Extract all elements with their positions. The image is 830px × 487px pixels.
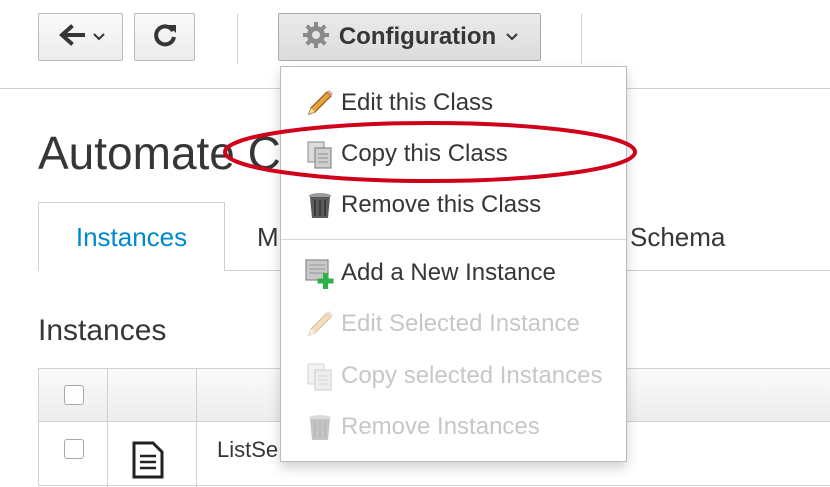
section-title: Instances <box>38 314 167 347</box>
pencil-icon <box>303 86 337 120</box>
trash-icon <box>303 188 337 222</box>
tab-schema[interactable]: Schema <box>630 222 725 253</box>
menu-item-label: Remove this Class <box>341 191 542 218</box>
copy-icon <box>303 359 337 393</box>
configuration-label: Configuration <box>338 23 497 50</box>
toolbar-divider <box>581 14 582 64</box>
menu-divider <box>281 239 626 240</box>
menu-item-label: Copy selected Instances <box>341 362 603 389</box>
menu-item-label: Edit this Class <box>341 89 494 116</box>
tab-instances[interactable]: Instances <box>38 202 225 271</box>
menu-item-add-instance[interactable]: Add a New Instance <box>281 251 626 295</box>
menu-item-edit-selected-instance: Edit Selected Instance <box>281 302 626 346</box>
menu-item-remove-class[interactable]: Remove this Class <box>281 183 626 227</box>
tab-methods[interactable]: M <box>257 222 279 253</box>
column-divider <box>107 369 108 487</box>
toolbar-divider <box>237 14 238 64</box>
row-name: ListSe <box>217 437 279 462</box>
chevron-down-icon <box>92 28 105 46</box>
select-all-checkbox[interactable] <box>64 385 84 405</box>
pencil-icon <box>303 307 337 341</box>
refresh-icon <box>152 22 178 53</box>
trash-icon <box>303 410 337 444</box>
gear-icon <box>301 20 331 55</box>
row-checkbox[interactable] <box>64 439 84 459</box>
column-divider <box>196 369 197 487</box>
menu-item-copy-selected-instances: Copy selected Instances <box>281 354 626 398</box>
arrow-left-icon <box>57 23 87 52</box>
back-button[interactable] <box>38 13 123 61</box>
configuration-button[interactable]: Configuration <box>278 13 541 61</box>
menu-item-label: Edit Selected Instance <box>341 310 580 337</box>
document-icon <box>131 441 165 484</box>
add-instance-icon <box>303 256 337 290</box>
menu-item-label: Add a New Instance <box>341 259 556 286</box>
menu-item-edit-class[interactable]: Edit this Class <box>281 81 626 125</box>
reload-button[interactable] <box>134 13 195 61</box>
menu-item-label: Remove Instances <box>341 413 540 440</box>
highlight-ellipse <box>223 121 637 183</box>
menu-item-remove-instances: Remove Instances <box>281 405 626 449</box>
chevron-down-icon <box>506 28 518 46</box>
